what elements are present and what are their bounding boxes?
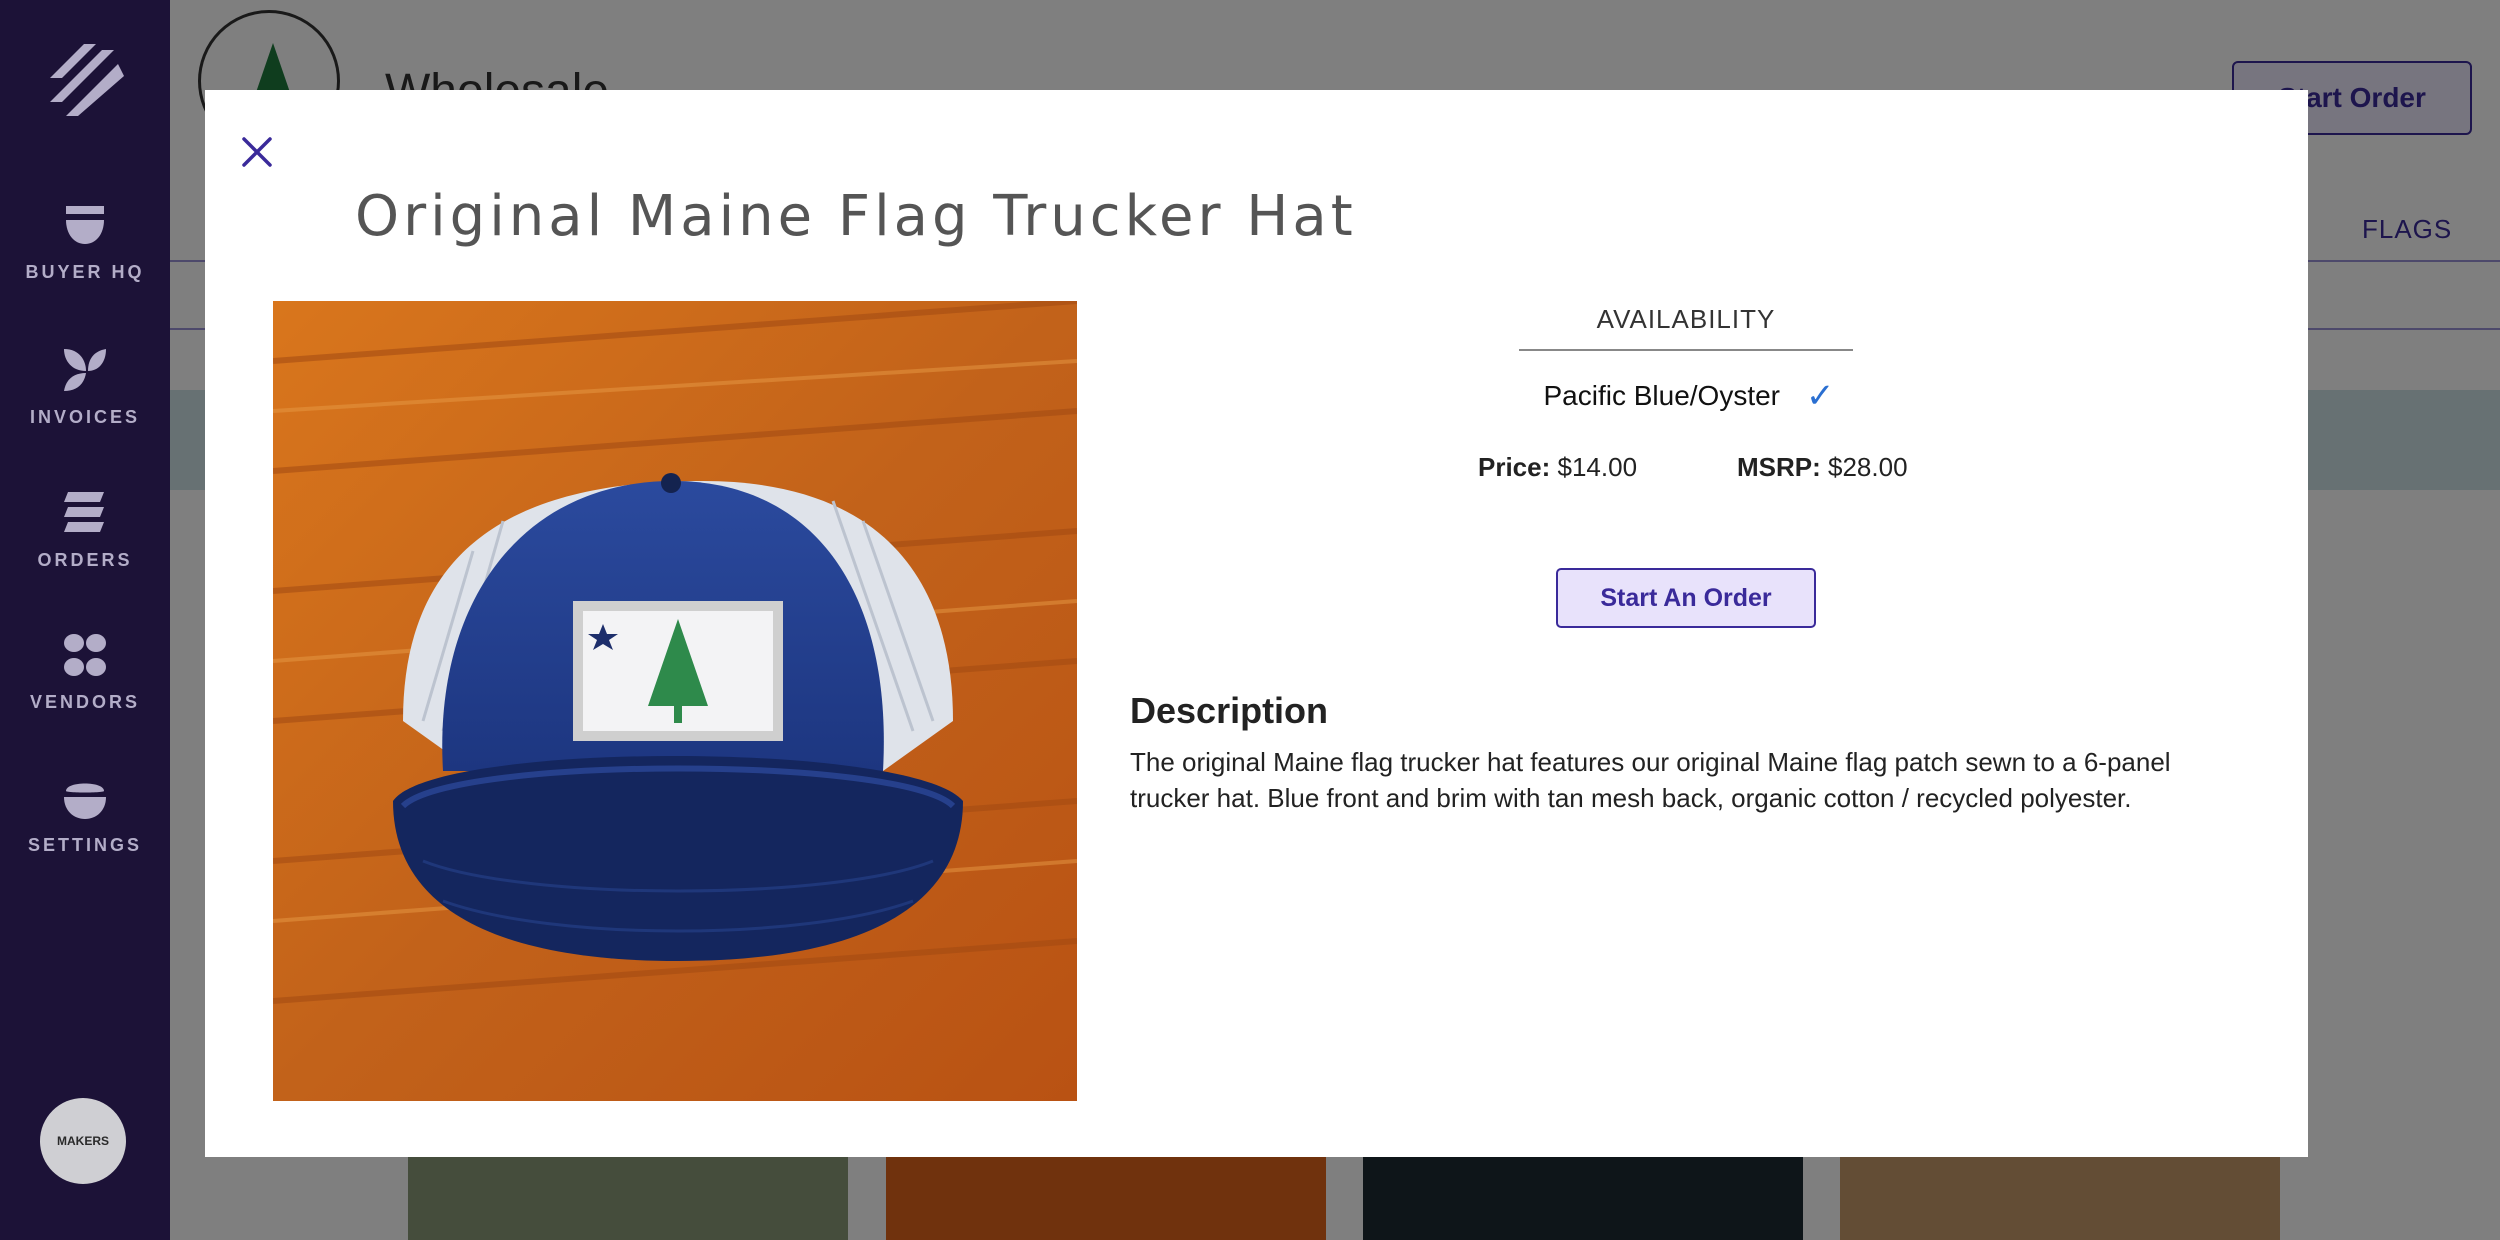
sidebar-item-label: ORDERS — [37, 550, 133, 570]
product-image[interactable] — [273, 301, 1077, 1101]
leaf-icon — [64, 349, 106, 391]
description-text: The original Maine flag trucker hat feat… — [1130, 747, 2171, 813]
sidebar-item-label: BUYER HQ — [25, 262, 145, 282]
check-icon: ✓ — [1806, 377, 1835, 415]
product-title: Original Maine Flag Trucker Hat — [355, 184, 1357, 249]
sidebar-item-label: INVOICES — [29, 407, 141, 427]
sidebar-item-buyer-hq[interactable]: BUYER HQ — [0, 200, 170, 283]
petals-icon — [64, 634, 106, 676]
sidebar: BUYER HQ INVOICES ORDERS VENDORS SETTING… — [0, 0, 170, 1240]
bowl-icon — [66, 206, 104, 244]
start-an-order-button[interactable]: Start An Order — [1556, 568, 1816, 628]
variant-name: Pacific Blue/Oyster — [1543, 380, 1781, 411]
makers-badge-text: MAKERS — [56, 1134, 109, 1148]
msrp-label: MSRP: — [1737, 452, 1821, 482]
makers-avatar[interactable]: MAKERS — [40, 1098, 126, 1184]
sidebar-item-invoices[interactable]: INVOICES — [0, 345, 170, 428]
description-heading: Description — [1130, 690, 1329, 731]
msrp: MSRP: $28.00 — [1737, 452, 1908, 483]
sidebar-item-label: SETTINGS — [27, 835, 142, 855]
availability-label: AVAILABILITY — [1519, 304, 1853, 351]
brand-logo-icon[interactable] — [44, 40, 126, 122]
price-label: Price: — [1478, 452, 1551, 482]
product-modal: Original Maine Flag Trucker Hat AVAILABI… — [205, 90, 2308, 1157]
sidebar-item-label: VENDORS — [29, 692, 140, 712]
msrp-value: $28.00 — [1828, 452, 1908, 482]
price: Price: $14.00 — [1478, 452, 1637, 483]
smile-icon — [64, 783, 106, 819]
sidebar-item-orders[interactable]: ORDERS — [0, 488, 170, 571]
price-value: $14.00 — [1557, 452, 1638, 482]
close-icon[interactable] — [235, 130, 279, 174]
sidebar-item-vendors[interactable]: VENDORS — [0, 630, 170, 713]
sidebar-item-settings[interactable]: SETTINGS — [0, 773, 170, 856]
stack-icon — [64, 492, 104, 532]
variant-option[interactable]: Pacific Blue/Oyster ✓ — [1539, 376, 1839, 416]
